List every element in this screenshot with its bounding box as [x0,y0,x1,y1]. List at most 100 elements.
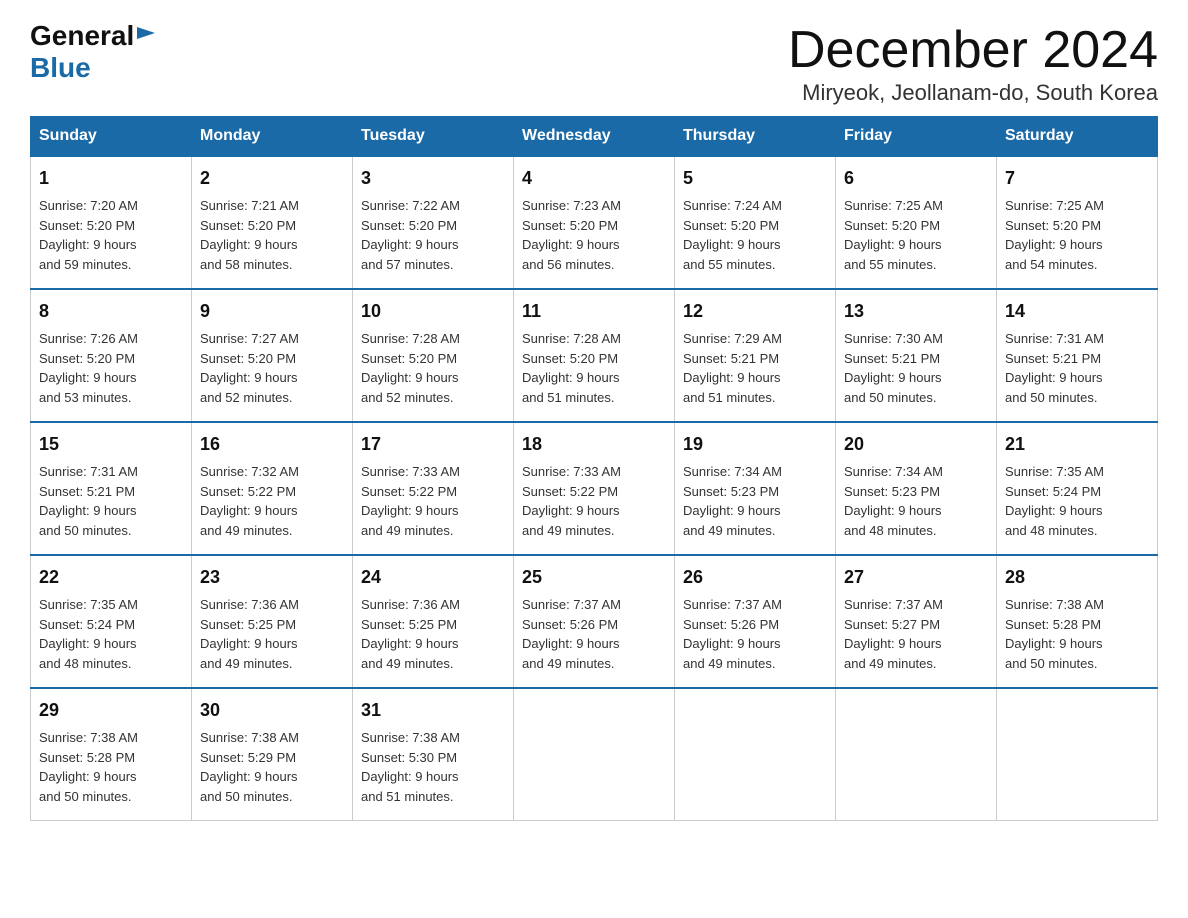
day-number: 4 [522,165,666,192]
day-number: 17 [361,431,505,458]
weekday-header-friday: Friday [836,117,997,157]
day-number: 6 [844,165,988,192]
day-info: Sunrise: 7:33 AMSunset: 5:22 PMDaylight:… [522,462,666,540]
calendar-day-26: 26 Sunrise: 7:37 AMSunset: 5:26 PMDayligh… [675,555,836,688]
calendar-day-13: 13 Sunrise: 7:30 AMSunset: 5:21 PMDayligh… [836,289,997,422]
day-info: Sunrise: 7:25 AMSunset: 5:20 PMDaylight:… [1005,196,1149,274]
day-number: 14 [1005,298,1149,325]
day-info: Sunrise: 7:30 AMSunset: 5:21 PMDaylight:… [844,329,988,407]
calendar-day-19: 19 Sunrise: 7:34 AMSunset: 5:23 PMDayligh… [675,422,836,555]
logo: General Blue [30,20,155,84]
day-info: Sunrise: 7:31 AMSunset: 5:21 PMDaylight:… [39,462,183,540]
calendar-day-27: 27 Sunrise: 7:37 AMSunset: 5:27 PMDayligh… [836,555,997,688]
calendar-day-5: 5 Sunrise: 7:24 AMSunset: 5:20 PMDaylight… [675,156,836,289]
day-info: Sunrise: 7:34 AMSunset: 5:23 PMDaylight:… [683,462,827,540]
day-number: 22 [39,564,183,591]
calendar-week-1: 1Sunrise: 7:20 AMSunset: 5:20 PMDaylight… [31,156,1158,289]
day-number: 27 [844,564,988,591]
calendar-day-25: 25Sunrise: 7:37 AMSunset: 5:26 PMDayligh… [514,555,675,688]
day-number: 19 [683,431,827,458]
calendar-day-12: 12 Sunrise: 7:29 AMSunset: 5:21 PMDayligh… [675,289,836,422]
day-info: Sunrise: 7:38 AMSunset: 5:28 PMDaylight:… [1005,595,1149,673]
calendar-day-3: 3 Sunrise: 7:22 AMSunset: 5:20 PMDaylight… [353,156,514,289]
calendar-day-30: 30 Sunrise: 7:38 AMSunset: 5:29 PMDayligh… [192,688,353,821]
weekday-header-thursday: Thursday [675,117,836,157]
day-info: Sunrise: 7:24 AMSunset: 5:20 PMDaylight:… [683,196,827,274]
day-info: Sunrise: 7:20 AMSunset: 5:20 PMDaylight:… [39,196,183,274]
day-number: 24 [361,564,505,591]
calendar-day-18: 18Sunrise: 7:33 AMSunset: 5:22 PMDayligh… [514,422,675,555]
day-info: Sunrise: 7:33 AMSunset: 5:22 PMDaylight:… [361,462,505,540]
day-number: 28 [1005,564,1149,591]
day-info: Sunrise: 7:36 AMSunset: 5:25 PMDaylight:… [200,595,344,673]
day-number: 31 [361,697,505,724]
day-number: 12 [683,298,827,325]
logo-blue-text: Blue [30,52,91,83]
calendar-day-6: 6Sunrise: 7:25 AMSunset: 5:20 PMDaylight… [836,156,997,289]
calendar-week-3: 15 Sunrise: 7:31 AMSunset: 5:21 PMDayligh… [31,422,1158,555]
weekday-header-monday: Monday [192,117,353,157]
calendar-day-11: 11Sunrise: 7:28 AMSunset: 5:20 PMDayligh… [514,289,675,422]
day-number: 15 [39,431,183,458]
day-number: 29 [39,697,183,724]
calendar-empty-cell [997,688,1158,821]
day-info: Sunrise: 7:38 AMSunset: 5:28 PMDaylight:… [39,728,183,806]
day-number: 5 [683,165,827,192]
page-title: December 2024 [788,20,1158,80]
calendar-day-23: 23 Sunrise: 7:36 AMSunset: 5:25 PMDayligh… [192,555,353,688]
day-number: 26 [683,564,827,591]
day-info: Sunrise: 7:37 AMSunset: 5:27 PMDaylight:… [844,595,988,673]
day-info: Sunrise: 7:27 AMSunset: 5:20 PMDaylight:… [200,329,344,407]
calendar-day-9: 9 Sunrise: 7:27 AMSunset: 5:20 PMDaylight… [192,289,353,422]
day-info: Sunrise: 7:35 AMSunset: 5:24 PMDaylight:… [39,595,183,673]
day-number: 10 [361,298,505,325]
calendar-day-14: 14Sunrise: 7:31 AMSunset: 5:21 PMDayligh… [997,289,1158,422]
day-info: Sunrise: 7:28 AMSunset: 5:20 PMDaylight:… [361,329,505,407]
weekday-header-sunday: Sunday [31,117,192,157]
day-info: Sunrise: 7:29 AMSunset: 5:21 PMDaylight:… [683,329,827,407]
day-info: Sunrise: 7:26 AMSunset: 5:20 PMDaylight:… [39,329,183,407]
calendar-week-4: 22 Sunrise: 7:35 AMSunset: 5:24 PMDayligh… [31,555,1158,688]
day-info: Sunrise: 7:23 AMSunset: 5:20 PMDaylight:… [522,196,666,274]
title-block: December 2024 Miryeok, Jeollanam-do, Sou… [788,20,1158,106]
calendar-table: SundayMondayTuesdayWednesdayThursdayFrid… [30,116,1158,821]
day-info: Sunrise: 7:22 AMSunset: 5:20 PMDaylight:… [361,196,505,274]
calendar-day-4: 4 Sunrise: 7:23 AMSunset: 5:20 PMDaylight… [514,156,675,289]
calendar-day-24: 24Sunrise: 7:36 AMSunset: 5:25 PMDayligh… [353,555,514,688]
day-number: 25 [522,564,666,591]
day-number: 3 [361,165,505,192]
day-info: Sunrise: 7:35 AMSunset: 5:24 PMDaylight:… [1005,462,1149,540]
day-number: 13 [844,298,988,325]
day-info: Sunrise: 7:38 AMSunset: 5:30 PMDaylight:… [361,728,505,806]
logo-general-text: General [30,20,134,52]
calendar-day-17: 17 Sunrise: 7:33 AMSunset: 5:22 PMDayligh… [353,422,514,555]
day-number: 9 [200,298,344,325]
weekday-header-wednesday: Wednesday [514,117,675,157]
day-info: Sunrise: 7:34 AMSunset: 5:23 PMDaylight:… [844,462,988,540]
calendar-week-2: 8 Sunrise: 7:26 AMSunset: 5:20 PMDaylight… [31,289,1158,422]
day-number: 8 [39,298,183,325]
day-number: 30 [200,697,344,724]
day-number: 21 [1005,431,1149,458]
day-info: Sunrise: 7:37 AMSunset: 5:26 PMDaylight:… [683,595,827,673]
logo-triangle-icon [137,27,155,50]
calendar-empty-cell [675,688,836,821]
calendar-day-31: 31 Sunrise: 7:38 AMSunset: 5:30 PMDayligh… [353,688,514,821]
calendar-day-1: 1Sunrise: 7:20 AMSunset: 5:20 PMDaylight… [31,156,192,289]
day-info: Sunrise: 7:38 AMSunset: 5:29 PMDaylight:… [200,728,344,806]
day-number: 7 [1005,165,1149,192]
calendar-day-20: 20Sunrise: 7:34 AMSunset: 5:23 PMDayligh… [836,422,997,555]
page-header: General Blue December 2024 Miryeok, Jeol… [30,20,1158,106]
day-number: 2 [200,165,344,192]
calendar-day-8: 8 Sunrise: 7:26 AMSunset: 5:20 PMDaylight… [31,289,192,422]
calendar-empty-cell [514,688,675,821]
weekday-header-tuesday: Tuesday [353,117,514,157]
calendar-day-10: 10 Sunrise: 7:28 AMSunset: 5:20 PMDayligh… [353,289,514,422]
calendar-day-16: 16Sunrise: 7:32 AMSunset: 5:22 PMDayligh… [192,422,353,555]
day-number: 23 [200,564,344,591]
calendar-day-22: 22 Sunrise: 7:35 AMSunset: 5:24 PMDayligh… [31,555,192,688]
calendar-day-21: 21 Sunrise: 7:35 AMSunset: 5:24 PMDayligh… [997,422,1158,555]
calendar-week-5: 29 Sunrise: 7:38 AMSunset: 5:28 PMDayligh… [31,688,1158,821]
calendar-day-15: 15 Sunrise: 7:31 AMSunset: 5:21 PMDayligh… [31,422,192,555]
calendar-day-2: 2Sunrise: 7:21 AMSunset: 5:20 PMDaylight… [192,156,353,289]
